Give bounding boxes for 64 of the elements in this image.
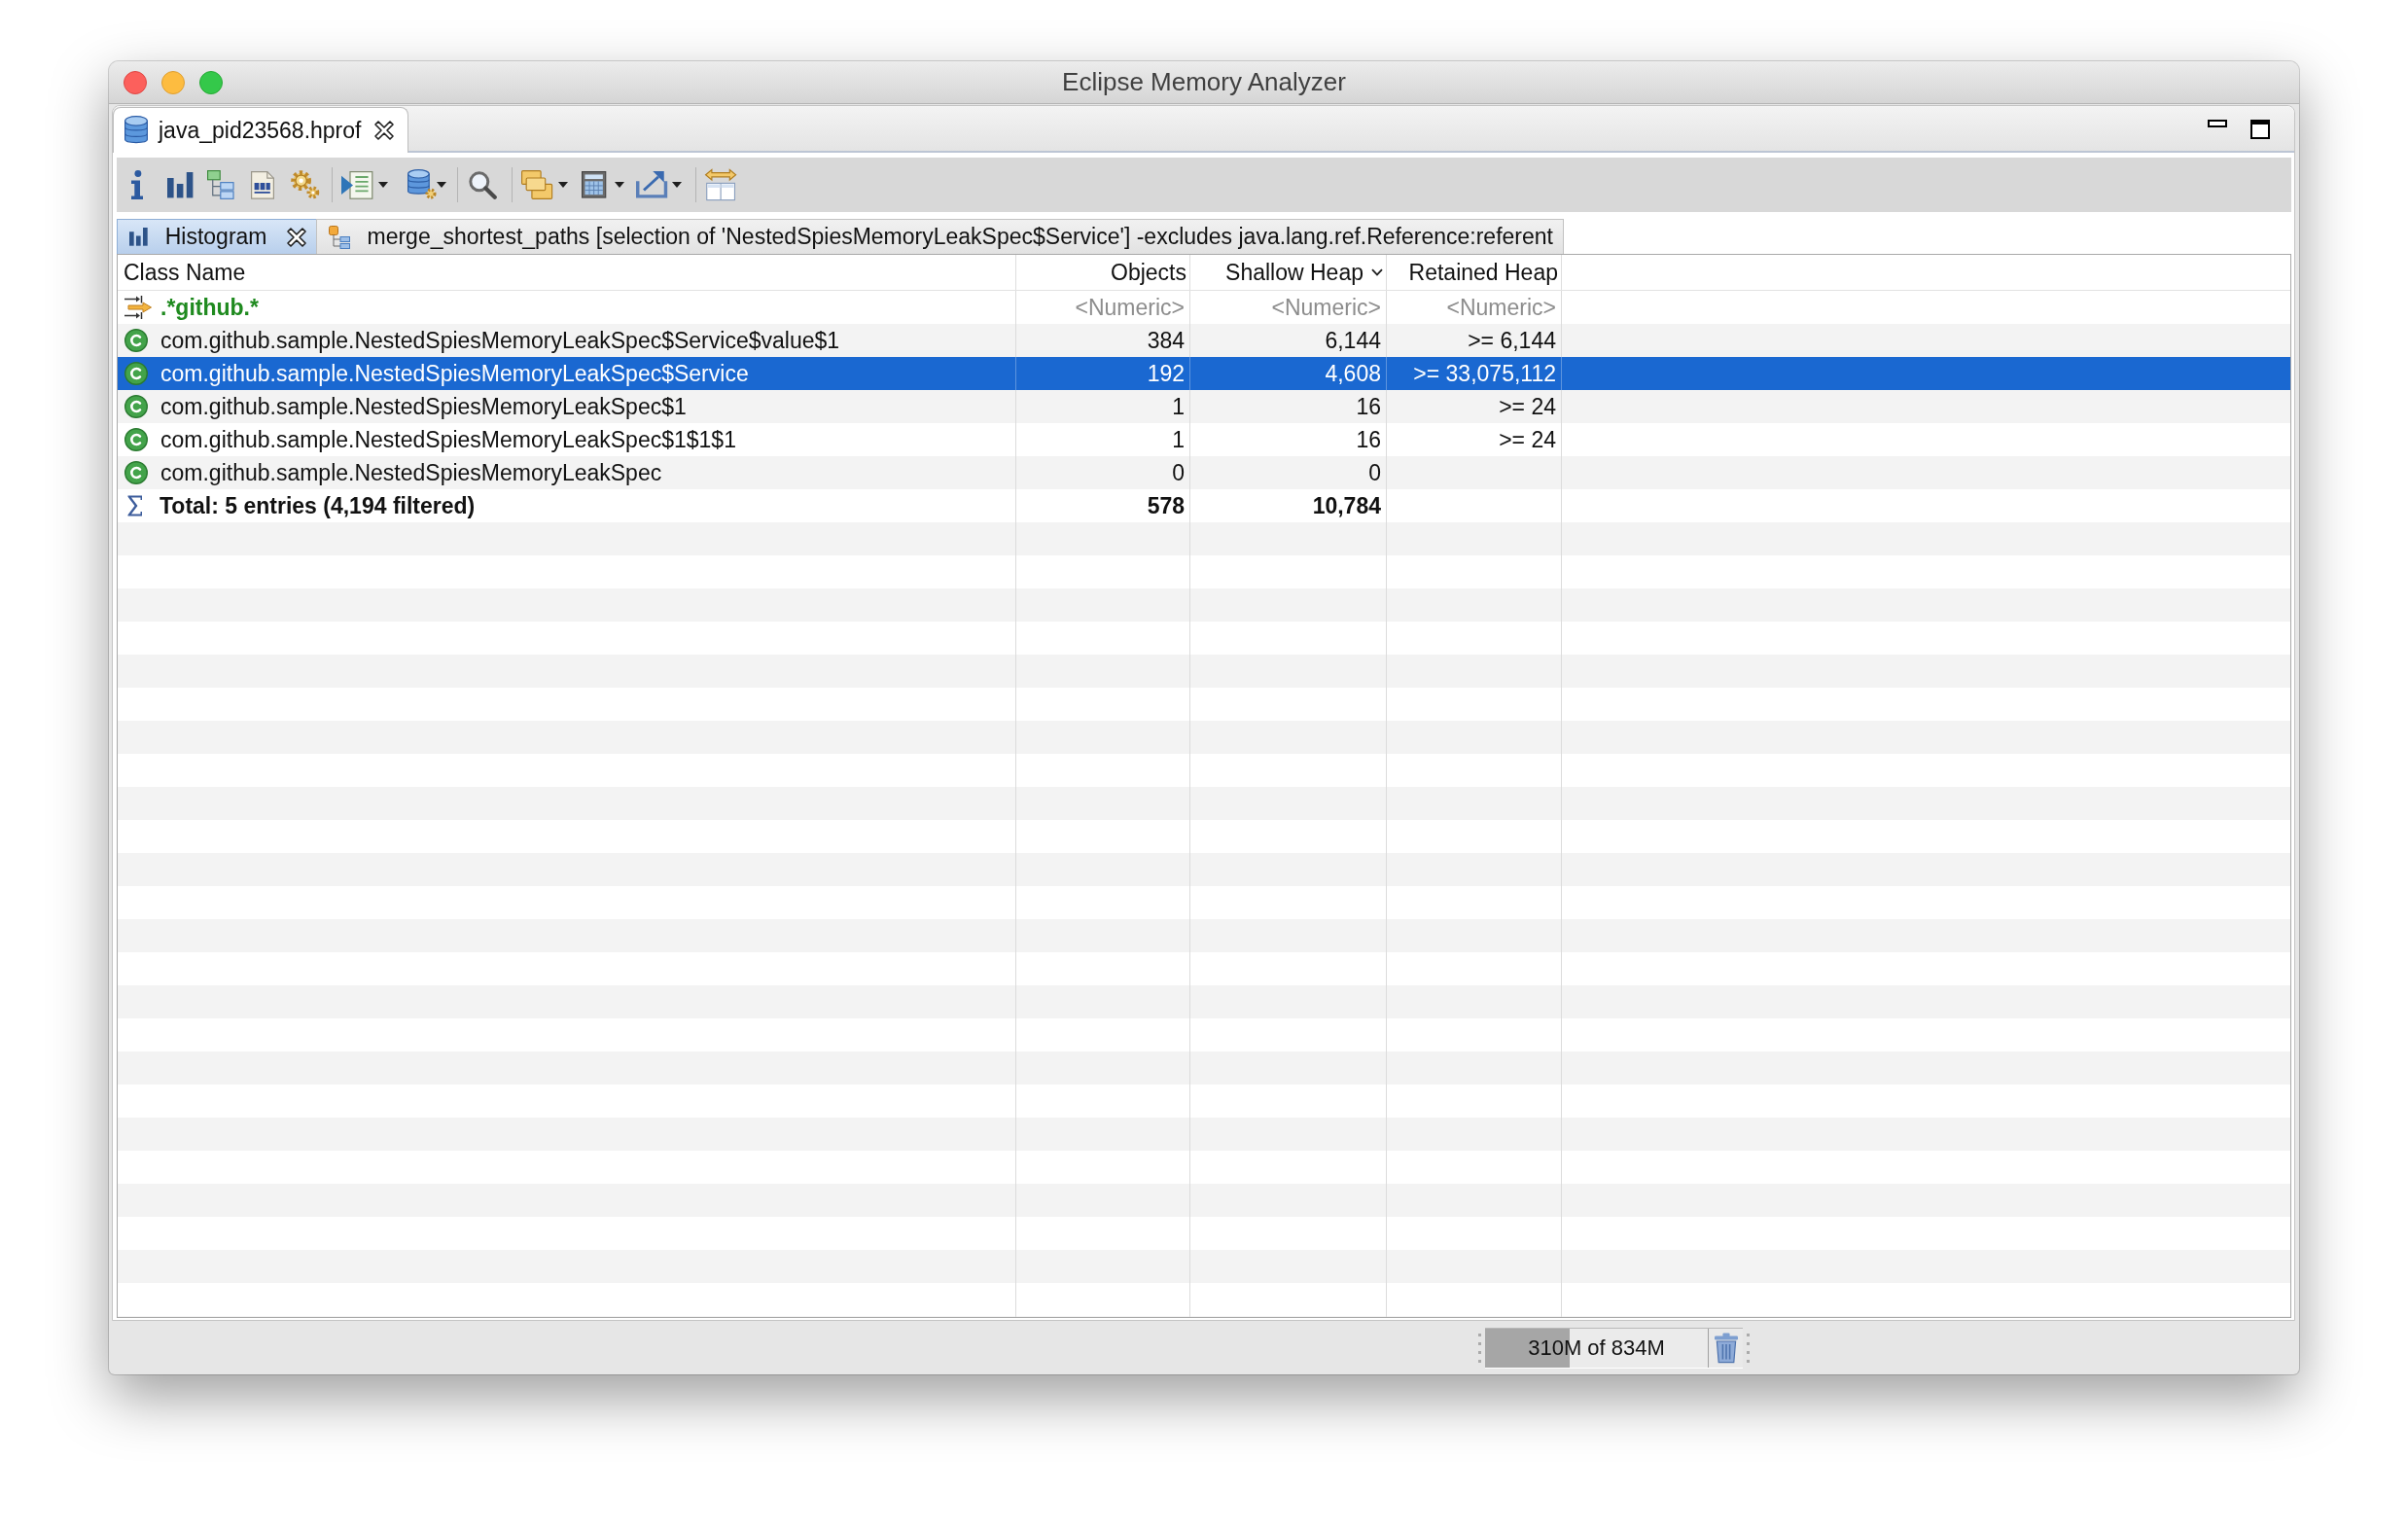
grip-icon <box>1747 1333 1750 1363</box>
calculator-icon[interactable] <box>582 171 607 198</box>
class-icon <box>124 329 148 352</box>
class-name: com.github.sample.NestedSpiesMemoryLeakSpec <box>160 459 662 486</box>
close-icon[interactable] <box>286 227 306 247</box>
info-icon[interactable] <box>131 170 143 199</box>
table-row[interactable]: com.github.sample.NestedSpiesMemoryLeakSpec$Service 192 4,608 >= 33,075,112 <box>118 357 2290 390</box>
filter-field[interactable]: .*github.* <box>160 294 1010 321</box>
close-icon[interactable] <box>374 121 395 140</box>
list-play-icon[interactable] <box>341 170 373 199</box>
filter-field[interactable]: <Numeric> <box>1391 294 1556 321</box>
class-icon <box>124 395 148 418</box>
export-icon[interactable] <box>635 171 667 198</box>
grip-icon <box>1478 1333 1481 1363</box>
view-tab[interactable]: Histogram <box>117 219 317 254</box>
filter-icon <box>124 296 152 319</box>
minimize-icon[interactable] <box>2208 120 2227 127</box>
dropdown-caret-icon[interactable] <box>671 182 682 188</box>
database-icon <box>124 116 148 145</box>
tree-icon <box>328 225 350 249</box>
document-icon[interactable] <box>251 170 274 199</box>
class-name: com.github.sample.NestedSpiesMemoryLeakSpec$1$1$1 <box>160 426 736 453</box>
search-icon[interactable] <box>469 170 498 199</box>
tree-icon[interactable] <box>207 170 234 199</box>
stacked-boxes-icon[interactable] <box>521 170 553 199</box>
table-cell: >= 24 <box>1387 390 1562 423</box>
total-label: Total: 5 entries (4,194 filtered) <box>159 492 476 519</box>
bar-chart-icon <box>129 228 148 246</box>
view-tab[interactable]: merge_shortest_paths [selection of 'NestedSpiesMemoryLeakSpec$Service'] -excludes java.lang.ref.Reference:referent <box>315 219 1564 254</box>
column-resize-icon[interactable] <box>704 168 737 201</box>
window-close-button[interactable] <box>124 70 147 94</box>
maximize-icon[interactable] <box>2250 120 2270 139</box>
heap-usage-label: 310M of 834M <box>1528 1335 1665 1361</box>
table-row[interactable]: com.github.sample.NestedSpiesMemoryLeakSpec$Service$value$1 384 6,144 >= 6,144 <box>118 324 2290 357</box>
filter-field[interactable]: <Numeric> <box>1020 294 1185 321</box>
sigma-icon <box>127 495 143 516</box>
column-header[interactable]: Objects <box>1016 255 1190 290</box>
column-header[interactable]: Shallow Heap <box>1190 255 1387 290</box>
sort-chevron-icon <box>1371 268 1383 276</box>
dropdown-caret-icon[interactable] <box>378 182 389 188</box>
dropdown-caret-icon[interactable] <box>558 182 569 188</box>
filter-field[interactable]: <Numeric> <box>1194 294 1381 321</box>
table-row[interactable]: com.github.sample.NestedSpiesMemoryLeakSpec 0 0 <box>118 456 2290 489</box>
table-cell: 0 <box>1016 456 1190 489</box>
class-name: com.github.sample.NestedSpiesMemoryLeakSpec$1 <box>160 393 687 420</box>
table-row[interactable]: com.github.sample.NestedSpiesMemoryLeakSpec$1 1 16 >= 24 <box>118 390 2290 423</box>
column-header[interactable]: Retained Heap <box>1387 255 1562 290</box>
bar-chart-icon[interactable] <box>167 171 194 198</box>
class-icon <box>124 428 148 451</box>
editor-tab[interactable]: java_pid23568.hprof <box>113 107 409 153</box>
window-title: Eclipse Memory Analyzer <box>1062 67 1346 97</box>
table-cell: 0 <box>1190 456 1387 489</box>
table-cell: 16 <box>1190 390 1387 423</box>
trash-icon <box>1714 1332 1738 1364</box>
dropdown-caret-icon[interactable] <box>437 182 447 188</box>
class-name: com.github.sample.NestedSpiesMemoryLeakSpec$Service <box>160 360 749 387</box>
table-cell: 1 <box>1016 390 1190 423</box>
dropdown-caret-icon[interactable] <box>614 182 624 188</box>
database-gear-icon[interactable] <box>407 169 438 200</box>
column-header[interactable]: Class Name <box>118 255 1016 290</box>
class-icon <box>124 461 148 484</box>
class-icon <box>124 362 148 385</box>
gears-icon[interactable] <box>291 170 320 199</box>
class-name: com.github.sample.NestedSpiesMemoryLeakSpec$Service$value$1 <box>160 327 840 354</box>
